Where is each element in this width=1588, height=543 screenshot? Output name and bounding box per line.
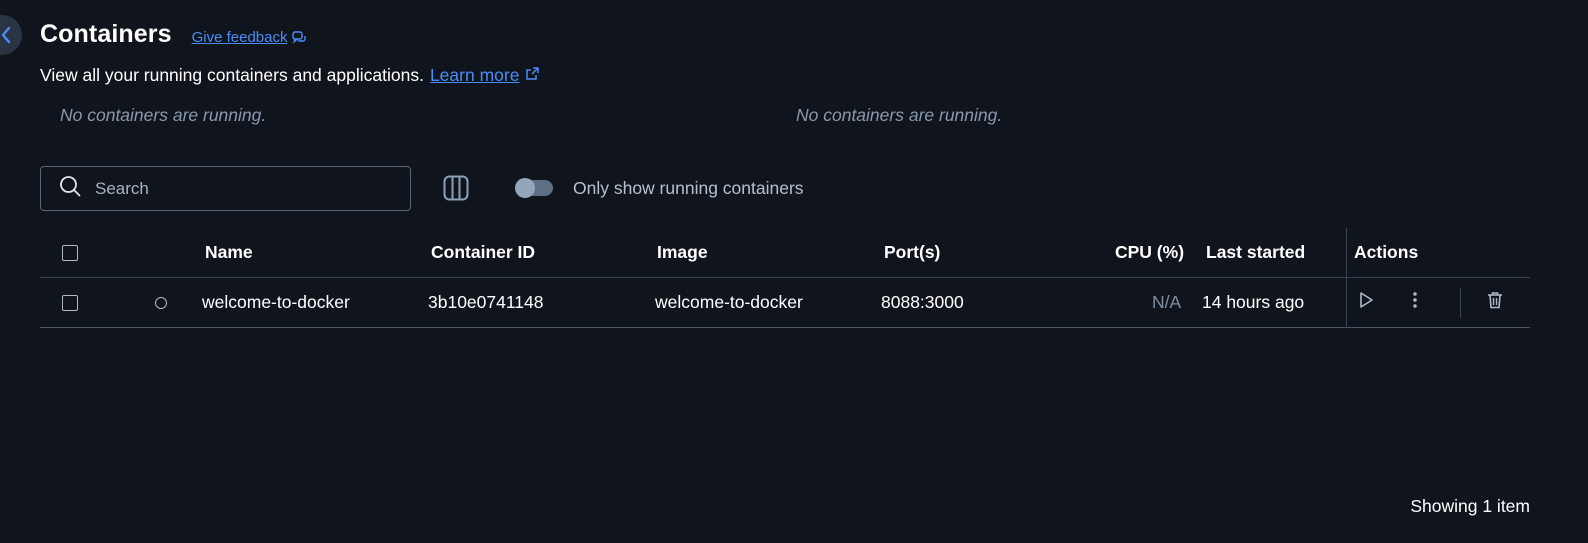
select-all-cell — [62, 228, 78, 277]
give-feedback-link[interactable]: Give feedback — [192, 29, 308, 47]
cpu-summary-empty-message: No containers are running. — [60, 105, 267, 125]
table-row[interactable]: welcome-to-docker 3b10e0741148 welcome-t… — [40, 278, 1530, 328]
running-only-toggle[interactable] — [515, 178, 553, 198]
external-link-icon — [525, 65, 540, 86]
actions-column-divider — [1346, 228, 1347, 328]
column-header-last-started[interactable]: Last started — [1206, 228, 1305, 277]
columns-button[interactable] — [443, 175, 469, 201]
container-cpu: N/A — [1152, 292, 1182, 312]
page-subtitle: View all your running containers and app… — [40, 65, 424, 85]
containers-page: Containers Give feedback View all your r… — [0, 0, 1588, 543]
more-actions-button[interactable] — [1405, 278, 1425, 327]
container-ports[interactable]: 8088:3000 — [881, 278, 964, 327]
container-id[interactable]: 3b10e0741148 — [428, 278, 544, 327]
item-count: Showing 1 item — [1410, 496, 1530, 516]
status-indicator — [155, 296, 167, 309]
trash-icon — [1487, 291, 1503, 314]
play-icon — [1358, 291, 1374, 314]
search-field[interactable] — [40, 166, 411, 211]
column-header-cpu[interactable]: CPU (%) — [1115, 228, 1184, 277]
page-title: Containers — [40, 20, 172, 48]
columns-icon — [443, 175, 469, 205]
row-select-cell — [62, 278, 78, 327]
status-cell — [155, 278, 167, 327]
column-header-name[interactable]: Name — [205, 228, 253, 277]
container-last-started: 14 hours ago — [1202, 292, 1305, 312]
container-name[interactable]: welcome-to-docker — [202, 278, 350, 327]
containers-table: Name Container ID Image Port(s) CPU (%) … — [40, 228, 1530, 328]
column-header-image[interactable]: Image — [657, 228, 708, 277]
chevron-left-icon — [0, 26, 12, 44]
container-image[interactable]: welcome-to-docker — [655, 278, 803, 327]
title-row: Containers Give feedback — [40, 20, 307, 49]
select-all-checkbox[interactable] — [62, 244, 78, 261]
delete-button[interactable] — [1483, 278, 1507, 327]
row-checkbox[interactable] — [62, 294, 78, 311]
actions-separator — [1460, 288, 1461, 318]
column-header-container-id[interactable]: Container ID — [431, 228, 535, 277]
table-header: Name Container ID Image Port(s) CPU (%) … — [40, 228, 1530, 278]
subtitle-row: View all your running containers and app… — [40, 65, 540, 86]
give-feedback-label: Give feedback — [191, 29, 288, 46]
learn-more-label: Learn more — [429, 65, 520, 85]
search-input[interactable] — [95, 178, 375, 199]
toggle-knob — [515, 178, 535, 198]
chat-bubbles-icon — [292, 29, 307, 47]
back-button[interactable] — [0, 15, 22, 55]
search-icon — [59, 175, 81, 202]
column-header-actions: Actions — [1354, 242, 1419, 262]
start-button[interactable] — [1354, 278, 1378, 327]
learn-more-link[interactable]: Learn more — [430, 65, 541, 86]
column-header-ports[interactable]: Port(s) — [884, 228, 940, 277]
running-only-label: Only show running containers — [573, 178, 804, 198]
memory-summary-empty-message: No containers are running. — [796, 105, 1003, 125]
kebab-menu-icon — [1412, 291, 1418, 314]
